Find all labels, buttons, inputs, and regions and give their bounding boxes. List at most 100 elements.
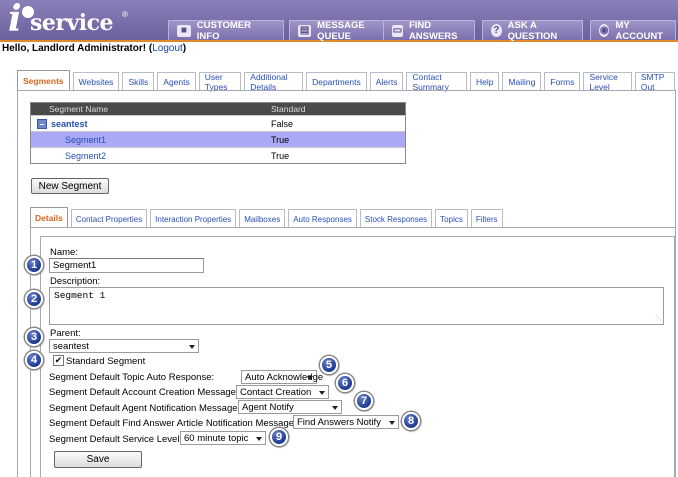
description-label: Description: xyxy=(50,276,101,287)
agent-notification-select[interactable]: Agent Notify xyxy=(238,400,342,414)
nav-label: ASK A QUESTION xyxy=(507,19,558,42)
standard-cell: True xyxy=(271,150,290,161)
chevron-down-icon xyxy=(389,421,395,425)
tab-mailing[interactable]: Mailing xyxy=(502,72,542,91)
service-level-select[interactable]: 60 minute topic xyxy=(180,431,266,445)
tab-stock-responses[interactable]: Stock Responses xyxy=(359,209,433,228)
question-icon: ? xyxy=(491,24,502,37)
service-level-value: 60 minute topic xyxy=(184,432,249,444)
tab-skills[interactable]: Skills xyxy=(122,72,155,91)
callout-badge-9: 9 xyxy=(270,428,288,446)
standard-cell: True xyxy=(271,134,290,145)
parent-select[interactable]: seantest xyxy=(49,339,199,353)
callout-badge-8: 8 xyxy=(402,412,420,430)
nav-find-answers[interactable]: ▭ FIND ANSWERS xyxy=(383,19,475,42)
tab-mailboxes[interactable]: Mailboxes xyxy=(239,209,286,228)
description-field[interactable]: Segment 1 ⋱ xyxy=(49,287,664,325)
topic-auto-response-select[interactable]: Auto Acknowledge xyxy=(241,370,323,384)
find-answer-label: Segment Default Find Answer Article Noti… xyxy=(49,418,297,429)
tab-additional-details[interactable]: Additional Details xyxy=(244,72,304,92)
detail-tabs: Details Contact Properties Interaction P… xyxy=(30,207,506,228)
account-creation-label: Segment Default Account Creation Message… xyxy=(49,387,239,398)
column-header-segment-name: Segment Name xyxy=(49,104,109,114)
table-row[interactable]: seantest False xyxy=(31,115,405,131)
greeting-close-paren: ) xyxy=(182,43,187,54)
callout-badge-5: 5 xyxy=(320,356,338,374)
parent-label: Parent: xyxy=(50,328,81,339)
account-creation-select[interactable]: Contact Creation xyxy=(236,385,329,399)
service-level-label: Segment Default Service Level: xyxy=(49,434,183,445)
nav-ask-a-question[interactable]: ? ASK A QUESTION xyxy=(482,19,583,42)
nav-my-account[interactable]: ◉ MY ACCOUNT xyxy=(590,19,676,42)
find-answer-select[interactable]: Find Answers Notify xyxy=(293,415,399,429)
nav-customer-info[interactable]: ■ CUSTOMER INFO xyxy=(168,19,284,42)
callout-badge-7: 7 xyxy=(355,392,373,410)
tab-auto-responses[interactable]: Auto Responses xyxy=(288,209,357,228)
tab-smtp-out[interactable]: SMTP Out xyxy=(634,72,675,92)
tab-websites[interactable]: Websites xyxy=(72,72,120,91)
name-field[interactable]: Segment1 xyxy=(49,258,204,273)
callout-badge-3: 3 xyxy=(25,328,43,346)
segment-name-cell[interactable]: Segment1 xyxy=(31,135,269,145)
callout-badge-6: 6 xyxy=(336,374,354,392)
new-segment-button[interactable]: New Segment xyxy=(31,178,109,194)
logo-word: service xyxy=(30,10,114,36)
segment-name-cell[interactable]: Segment2 xyxy=(31,151,269,161)
logout-link[interactable]: Logout xyxy=(152,43,183,54)
tab-contact-summary[interactable]: Contact Summary xyxy=(406,72,467,92)
chevron-down-icon xyxy=(307,376,313,380)
chevron-down-icon xyxy=(319,391,325,395)
standard-cell: False xyxy=(271,118,294,129)
segment-name[interactable]: seantest xyxy=(51,119,88,129)
agent-notification-value: Agent Notify xyxy=(242,401,294,413)
segments-table: Segment Name Standard seantest False Seg… xyxy=(30,102,406,164)
chevron-down-icon xyxy=(332,406,338,410)
logo-letter: i xyxy=(8,0,22,40)
standard-segment-checkbox[interactable]: ✔ xyxy=(53,355,64,366)
nav-label: CUSTOMER INFO xyxy=(196,19,251,42)
column-header-standard: Standard xyxy=(271,104,306,114)
table-row[interactable]: Segment1 True xyxy=(31,131,405,147)
account-creation-value: Contact Creation xyxy=(240,386,312,398)
tab-interaction-properties[interactable]: Interaction Properties xyxy=(150,209,237,228)
agent-notification-label: Segment Default Agent Notification Messa… xyxy=(49,403,241,414)
main-tabs: Segments Websites Skills Agents User Typ… xyxy=(17,70,678,92)
chevron-down-icon xyxy=(189,345,195,349)
segment-name-cell[interactable]: seantest xyxy=(31,118,269,129)
parent-value: seantest xyxy=(53,340,89,352)
topic-auto-response-label: Segment Default Topic Auto Response: xyxy=(49,372,215,383)
callout-badge-4: 4 xyxy=(25,351,43,369)
tab-user-types[interactable]: User Types xyxy=(198,72,242,92)
table-row[interactable]: Segment2 True xyxy=(31,147,405,163)
tab-departments[interactable]: Departments xyxy=(306,72,367,91)
tab-alerts[interactable]: Alerts xyxy=(369,72,404,91)
collapse-icon[interactable] xyxy=(37,118,47,129)
tab-segments[interactable]: Segments xyxy=(17,70,70,91)
tab-topics[interactable]: Topics xyxy=(435,209,468,228)
nav-label: FIND ANSWERS xyxy=(408,19,458,42)
greeting-text: Hello, Landlord Administrator! xyxy=(2,43,147,54)
description-text: Segment 1 xyxy=(54,290,106,301)
tab-agents[interactable]: Agents xyxy=(157,72,196,91)
find-answer-value: Find Answers Notify xyxy=(297,416,381,428)
tab-help[interactable]: Help xyxy=(469,72,500,91)
book-icon: ▭ xyxy=(392,24,403,37)
tab-contact-properties[interactable]: Contact Properties xyxy=(70,209,148,228)
tab-details[interactable]: Details xyxy=(30,207,68,228)
resize-grip-icon[interactable]: ⋱ xyxy=(655,314,662,323)
message-queue-icon: ▤ xyxy=(298,24,312,37)
table-header: Segment Name Standard xyxy=(31,103,405,115)
nav-label: MY ACCOUNT xyxy=(615,19,663,42)
standard-segment-label: Standard Segment xyxy=(66,356,146,367)
account-icon: ◉ xyxy=(599,24,610,37)
tab-service-level[interactable]: Service Level xyxy=(583,72,632,92)
customer-info-icon: ■ xyxy=(177,24,191,37)
save-button[interactable]: Save xyxy=(54,451,142,468)
callout-badge-1: 1 xyxy=(25,256,43,274)
chevron-down-icon xyxy=(256,437,262,441)
tab-filters[interactable]: Filters xyxy=(470,209,503,228)
app-header: i service ® ■ CUSTOMER INFO ▤ MESSAGE QU… xyxy=(0,0,678,42)
greeting: Hello, Landlord Administrator! (Logout) xyxy=(2,43,186,54)
tab-forms[interactable]: Forms xyxy=(544,72,581,91)
logo-registered-mark: ® xyxy=(122,10,128,19)
